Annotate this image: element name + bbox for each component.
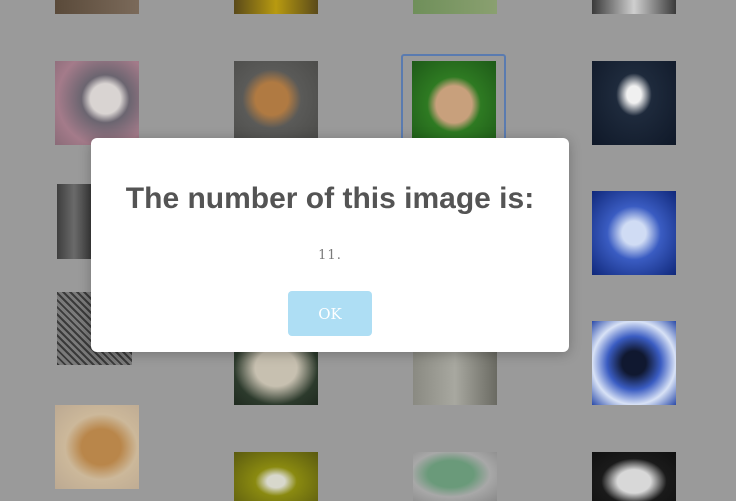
dialog-message: 11. [318,248,342,263]
ok-button[interactable]: OK [288,291,372,336]
dialog-title: The number of this image is: [125,182,535,215]
alert-dialog: The number of this image is: 11. OK [91,138,569,352]
